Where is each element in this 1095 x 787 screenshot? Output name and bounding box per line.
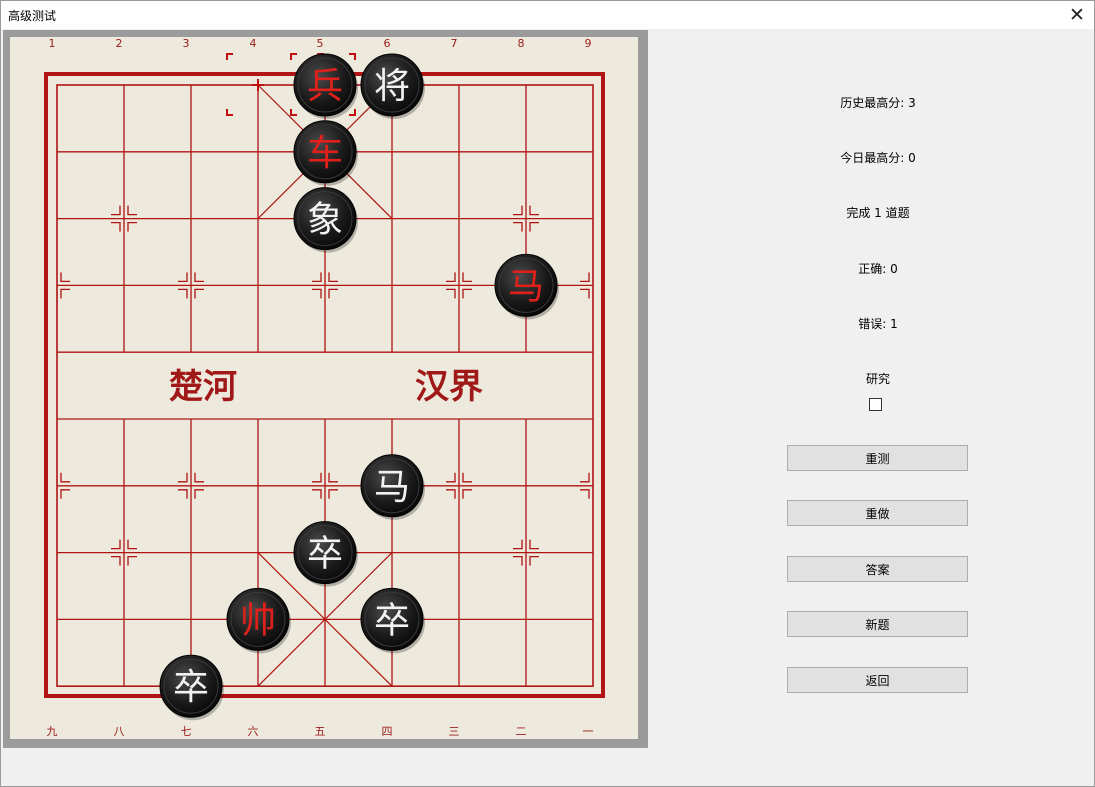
bottom-coordinate-label: 五 (315, 725, 326, 738)
new-problem-button[interactable]: 新题 (787, 611, 968, 637)
back-button[interactable]: 返回 (787, 667, 968, 693)
window-title: 高级测试 (8, 9, 57, 23)
redo-button[interactable]: 重做 (787, 500, 968, 526)
retest-button[interactable]: 重测 (787, 445, 968, 471)
piece-label: 兵 (307, 66, 343, 107)
top-coordinate-label: 5 (317, 37, 324, 50)
today-best-score: 今日最高分: 0 (840, 151, 916, 165)
piece-label: 将 (374, 66, 410, 107)
piece-label: 象 (307, 200, 343, 241)
completed-count: 完成 1 道题 (846, 206, 910, 220)
piece-label: 马 (374, 467, 410, 508)
bottom-coordinate-label: 八 (114, 725, 125, 738)
bottom-coordinate-label: 二 (516, 725, 527, 738)
top-coordinate-label: 9 (585, 37, 592, 50)
top-coordinate-label: 4 (250, 37, 257, 50)
close-icon: ✕ (1069, 4, 1085, 26)
app-window: 高级测试 ✕ 123456789九八七六五四三二一 楚河 汉界 兵将车象马马卒帅… (0, 0, 1095, 787)
piece-label: 车 (307, 133, 343, 174)
top-coordinate-label: 7 (451, 37, 458, 50)
research-label: 研究 (865, 372, 890, 386)
river-left-text: 楚河 (169, 367, 237, 407)
piece-label: 卒 (173, 667, 209, 708)
close-button[interactable]: ✕ (1060, 1, 1094, 29)
piece-label: 卒 (307, 534, 343, 575)
wrong-count: 错误: 1 (858, 317, 898, 331)
top-coordinate-label: 6 (384, 37, 391, 50)
top-coordinate-label: 1 (49, 37, 56, 50)
research-checkbox[interactable] (869, 398, 882, 411)
chess-board[interactable]: 1 2 3 4 5 6 7 8 9九八七六五四三二一 楚河 汉界 兵将车象马马卒帅 卒卒 (3, 30, 648, 748)
bottom-coordinate-label: 六 (248, 725, 259, 738)
top-coordinate-label: 8 (518, 37, 525, 50)
title-bar: 高级测试 ✕ (1, 1, 1094, 29)
top-coordinate-label: 3 (183, 37, 190, 50)
bottom-coordinate-label: 九 (47, 725, 58, 738)
top-coordinate-label: 2 (116, 37, 123, 50)
bottom-coordinate-label: 七 (181, 725, 192, 738)
correct-count: 正确: 0 (858, 262, 898, 276)
piece-label: 帅 (240, 600, 276, 641)
river-right-text: 汉界 (415, 367, 483, 407)
bottom-coordinate-label: 一 (583, 725, 594, 738)
chess-board-frame: 123456789九八七六五四三二一 楚河 汉界 兵将车象马马卒帅卒卒 (3, 30, 648, 748)
history-best-score: 历史最高分: 3 (840, 96, 916, 110)
piece-label: 马 (508, 266, 544, 307)
piece-label: 卒 (374, 600, 410, 641)
bottom-coordinate-label: 三 (449, 725, 460, 738)
answer-button[interactable]: 答案 (787, 556, 968, 582)
bottom-coordinate-label: 四 (382, 725, 393, 738)
